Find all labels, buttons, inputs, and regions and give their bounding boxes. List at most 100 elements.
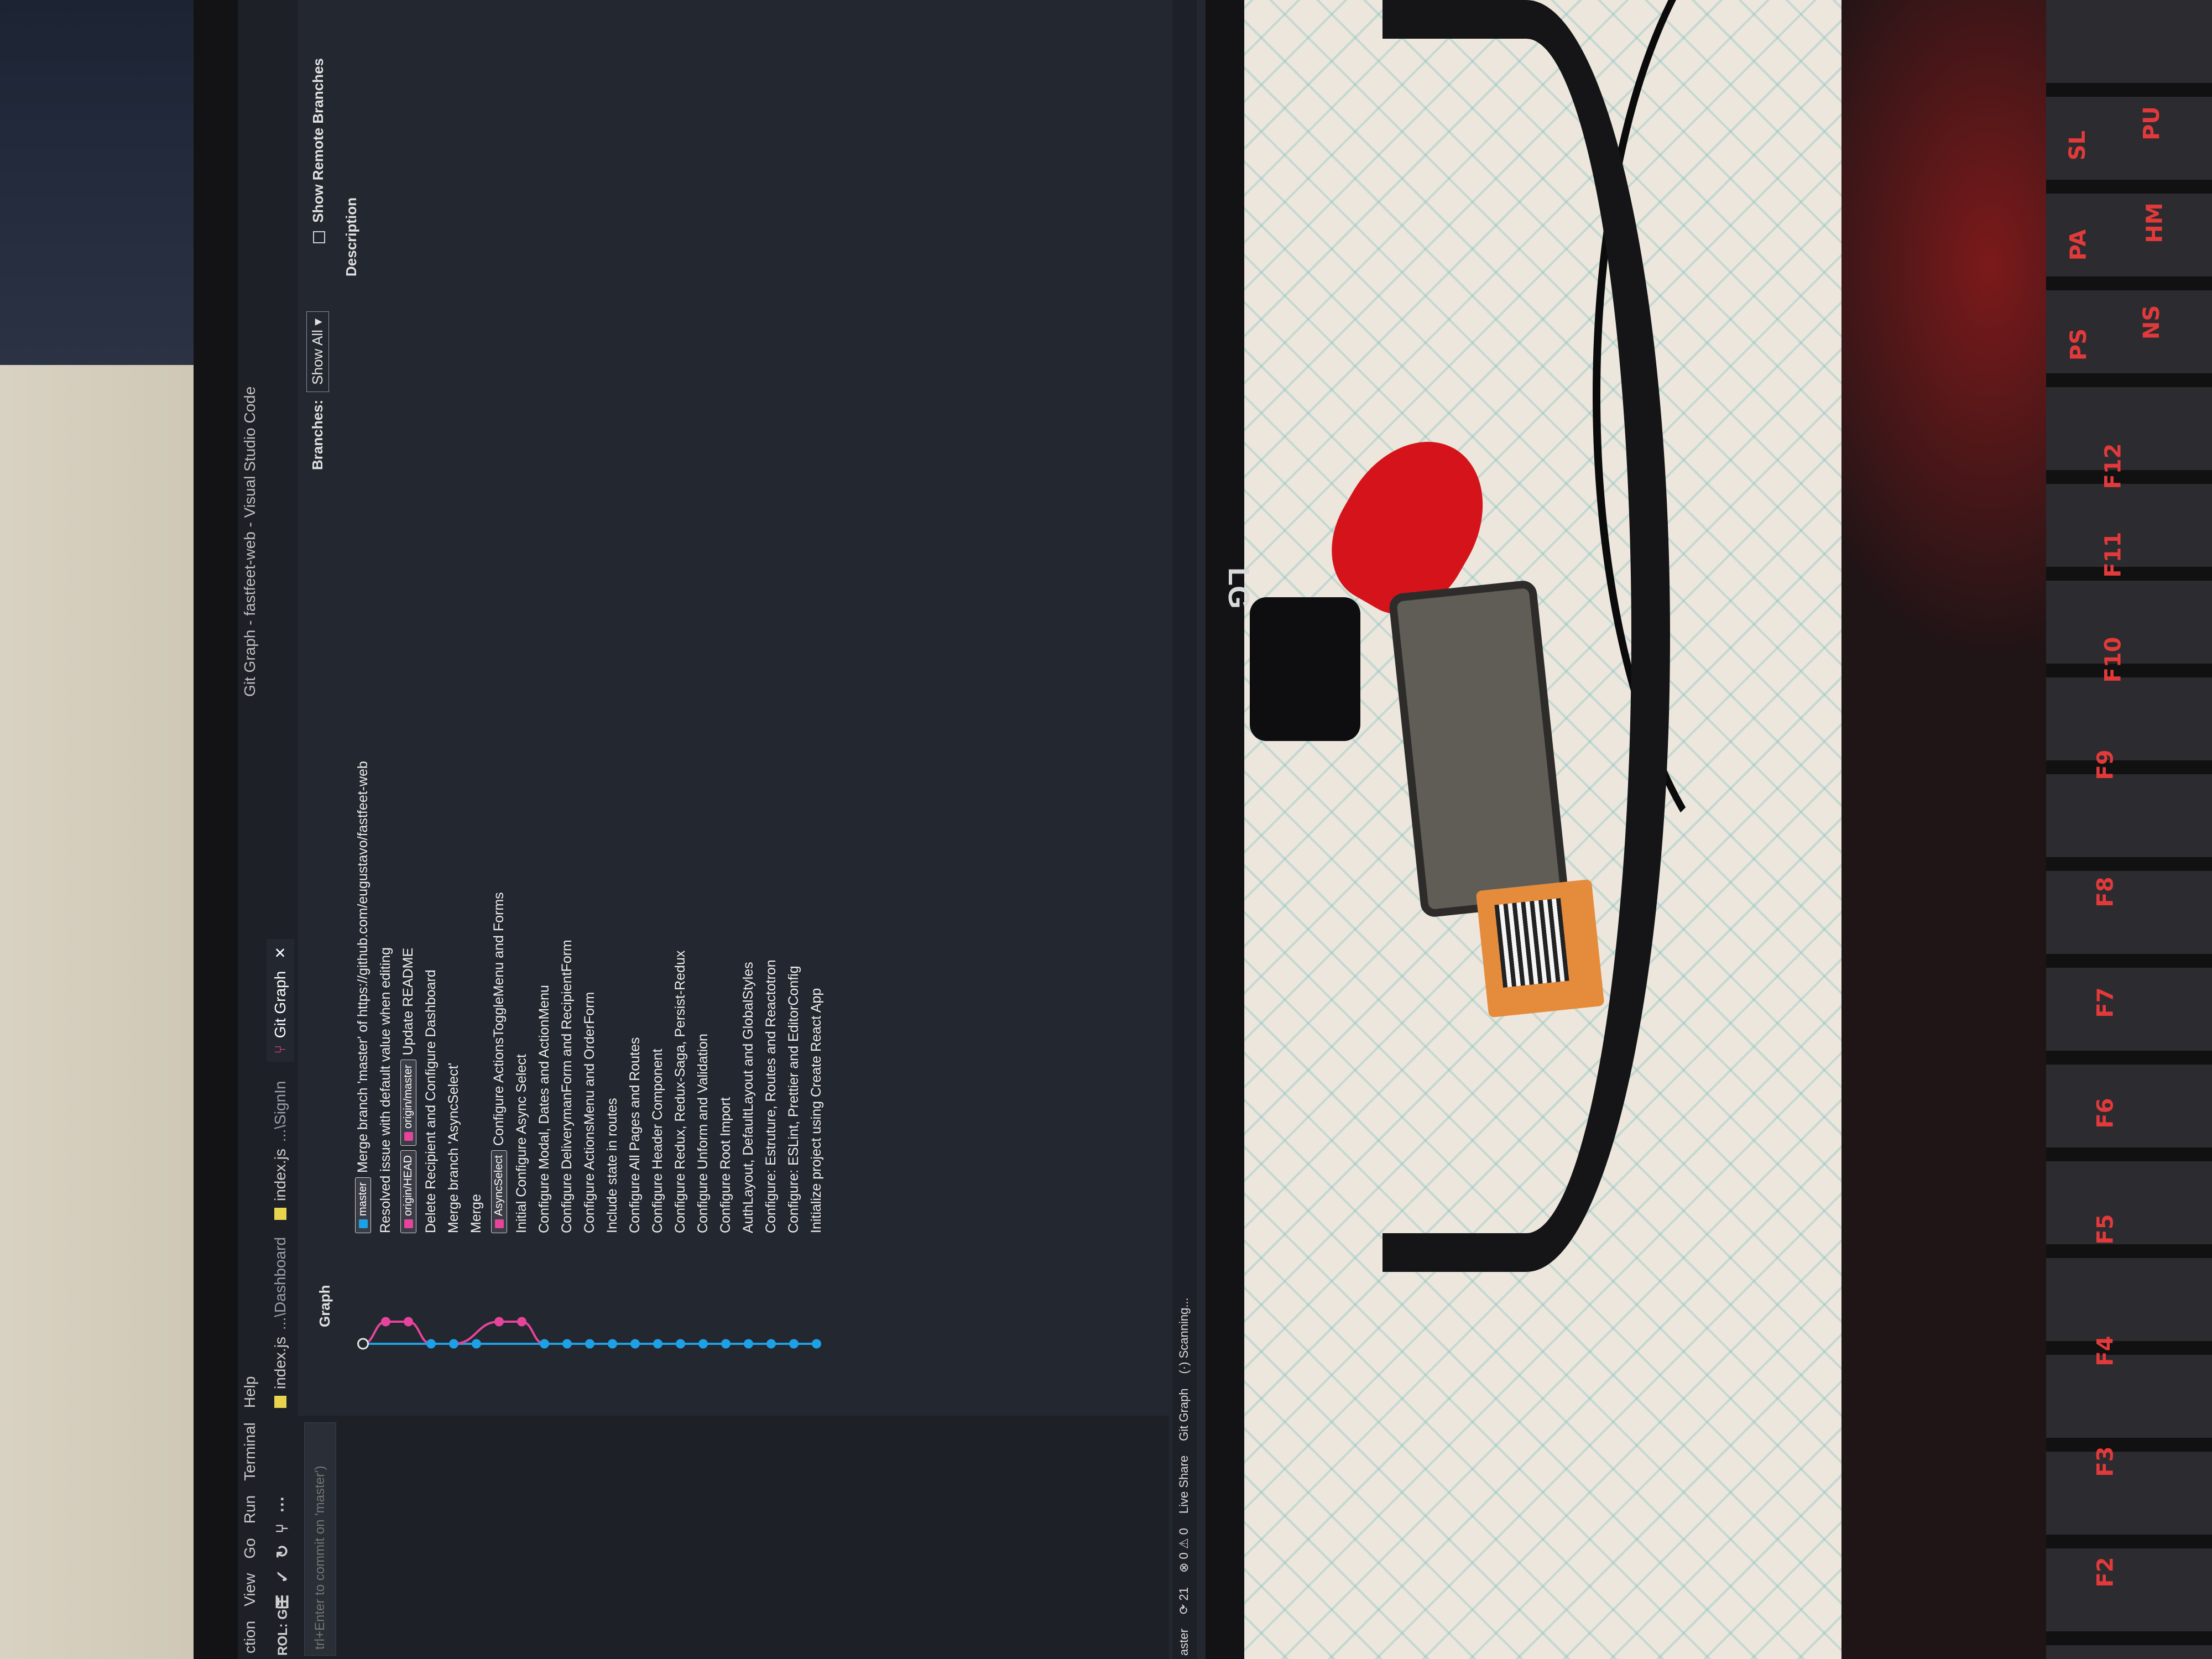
- commit-row[interactable]: origin/HEAD origin/master Update README: [397, 94, 420, 1366]
- commit-row[interactable]: Include state in routes: [601, 94, 624, 1366]
- menu-item-go[interactable]: Go: [241, 1538, 259, 1558]
- keycap-label: SL: [2065, 130, 2091, 161]
- commit-check-icon[interactable]: ✓: [273, 1569, 293, 1583]
- menu-item-view[interactable]: View: [241, 1573, 259, 1606]
- commit-message: Configure ActionsToggleMenu and Forms: [491, 892, 507, 1146]
- status-branch[interactable]: aster: [1177, 1629, 1191, 1656]
- commit-row[interactable]: Configure Unform and Validation: [692, 94, 714, 1366]
- qr-code: [1494, 898, 1569, 988]
- commit-message-input[interactable]: [305, 1423, 336, 1655]
- branches-filter: Branches: Show All ▾: [306, 311, 329, 470]
- commit-message: Configure Modal, Dates and ActionMenu: [536, 985, 552, 1233]
- show-remote-branches-label: Show Remote Branches: [310, 58, 326, 223]
- commit-message: Configure Root Import: [718, 1097, 733, 1233]
- commit-row[interactable]: Delete Recipient and Configure Dashboard: [420, 94, 442, 1366]
- branches-select-value: Show All: [309, 330, 326, 385]
- commit-row[interactable]: Configure Redux, Redux-Saga, Persist-Red…: [669, 94, 692, 1366]
- checkbox-icon[interactable]: [313, 231, 326, 243]
- branch-tag-label: origin/master: [402, 1065, 414, 1129]
- commit-list: master Merge branch 'master' of https://g…: [352, 94, 828, 1366]
- commit-message: Initial Configure Async Select: [514, 1054, 529, 1233]
- commit-row[interactable]: Configure ActionsMenu and OrderForm: [578, 94, 601, 1366]
- branch-tag-label: master: [357, 1182, 369, 1216]
- commit-message: Configure Header Component: [650, 1048, 665, 1233]
- source-control-sidebar: ROL: GIT ☰ ✓ ↻ ⑂ ···: [262, 1416, 1169, 1659]
- refresh-icon[interactable]: ↻: [273, 1545, 293, 1558]
- window-title: Git Graph - fastfeet-web - Visual Studio…: [241, 386, 258, 697]
- show-remote-branches[interactable]: Show Remote Branches: [310, 58, 327, 243]
- tab-label: index.js: [272, 1337, 289, 1389]
- menu-item-terminal[interactable]: Terminal: [241, 1422, 259, 1481]
- commit-message: Configure DeliverymanForm and RecipientF…: [559, 940, 575, 1233]
- commit-message: AuthLayout, DefaultLayout and GlobalStyl…: [740, 962, 756, 1233]
- commit-row[interactable]: Configure Root Import: [714, 94, 737, 1366]
- commit-message: Delete Recipient and Configure Dashboard: [423, 969, 439, 1233]
- keycap-label: F4: [2093, 1335, 2119, 1366]
- menu-bar: ction View Go Run Terminal Help: [241, 1376, 259, 1653]
- commit-row[interactable]: AuthLayout, DefaultLayout and GlobalStyl…: [737, 94, 760, 1366]
- keycap-label: F5: [2093, 1214, 2119, 1245]
- keycap-label: F9: [2093, 749, 2119, 780]
- commit-message: Resolved issue with default value when e…: [378, 947, 393, 1233]
- commit-row[interactable]: Resolved issue with default value when e…: [374, 94, 397, 1366]
- branch-tag[interactable]: origin/master: [400, 1060, 416, 1146]
- git-graph-icon[interactable]: ⑂: [273, 1524, 293, 1533]
- commit-message: Configure: Estruture, Routes and Reactot…: [763, 959, 779, 1233]
- menu-item-help[interactable]: Help: [241, 1376, 259, 1408]
- keycap-label: PA: [2065, 229, 2091, 261]
- keycap-label: F7: [2093, 987, 2119, 1018]
- branch-icon: [494, 1219, 504, 1228]
- commit-message: Initialize project using Create React Ap…: [808, 988, 824, 1233]
- list-icon[interactable]: ☰: [273, 1594, 293, 1609]
- commit-row[interactable]: Configure: ESLint, Prettier and EditorCo…: [782, 94, 805, 1366]
- tab-label: Git Graph: [272, 971, 289, 1039]
- menu-item-selection[interactable]: ction: [241, 1621, 259, 1653]
- branch-tag[interactable]: origin/HEAD: [400, 1150, 416, 1233]
- more-icon[interactable]: ···: [273, 1496, 293, 1512]
- vscode-window: ction View Go Run Terminal Help Git Grap…: [238, 0, 1206, 1659]
- monitor-stand-neck: [1250, 597, 1360, 741]
- commit-row[interactable]: Initial Configure Async Select: [510, 94, 533, 1366]
- commit-row[interactable]: Configure: Estruture, Routes and Reactot…: [760, 94, 782, 1366]
- keycap-label: F3: [2093, 1446, 2119, 1477]
- commit-row[interactable]: Initialize project using Create React Ap…: [805, 94, 828, 1366]
- chevron-down-icon: ▾: [309, 318, 326, 326]
- commit-row[interactable]: Merge branch 'AsyncSelect': [442, 94, 465, 1366]
- branch-tag[interactable]: AsyncSelect: [491, 1150, 507, 1233]
- tab-git-graph[interactable]: ⑂ Git Graph ✕: [267, 939, 294, 1062]
- close-icon[interactable]: ✕: [272, 947, 289, 959]
- branch-tag[interactable]: master: [355, 1177, 371, 1233]
- commit-row[interactable]: AsyncSelect Configure ActionsToggleMenu a…: [488, 94, 510, 1366]
- keycap-label: F2: [2093, 1557, 2119, 1588]
- commit-message: Merge branch 'AsyncSelect': [446, 1062, 461, 1233]
- commit-row[interactable]: Merge: [465, 94, 488, 1366]
- commit-message-field[interactable]: [304, 1422, 336, 1656]
- keycap-label: F8: [2093, 877, 2119, 907]
- javascript-icon: [274, 1208, 286, 1220]
- branch-icon: [358, 1219, 368, 1228]
- menu-item-run[interactable]: Run: [241, 1495, 259, 1524]
- status-live-share[interactable]: Live Share: [1177, 1455, 1191, 1514]
- commit-row[interactable]: master Merge branch 'master' of https://g…: [352, 94, 374, 1366]
- commit-row[interactable]: Configure All Pages and Routes: [624, 94, 646, 1366]
- status-git-graph[interactable]: Git Graph: [1177, 1389, 1191, 1441]
- title-bar: ction View Go Run Terminal Help Git Grap…: [238, 0, 262, 1659]
- graph-column-title: Graph: [316, 1285, 333, 1327]
- monitor-screen: ction View Go Run Terminal Help Git Grap…: [238, 0, 1206, 1659]
- commit-row[interactable]: Configure Modal, Dates and ActionMenu: [533, 94, 556, 1366]
- status-problems[interactable]: ⊗ 0 ⚠ 0: [1177, 1528, 1191, 1573]
- commit-row[interactable]: Configure Header Component: [646, 94, 669, 1366]
- git-graph-icon: ⑂: [272, 1045, 289, 1054]
- javascript-icon: [274, 1396, 286, 1408]
- tab-index-signin[interactable]: index.js ...\SignIn: [267, 1073, 294, 1228]
- status-scanning: (·) Scanning...: [1177, 1297, 1191, 1374]
- branches-select[interactable]: Show All ▾: [306, 311, 329, 392]
- source-control-header: ROL: GIT ☰ ✓ ↻ ⑂ ···: [270, 1416, 298, 1659]
- keycap-label: PU: [2138, 106, 2164, 140]
- keycap-label: NS: [2139, 305, 2165, 340]
- editor-tabs: index.js ...\Dashboard index.js ...\Sign…: [262, 0, 298, 1416]
- commit-message: Configure Redux, Redux-Saga, Persist-Red…: [672, 950, 688, 1233]
- commit-row[interactable]: Configure DeliverymanForm and RecipientF…: [556, 94, 578, 1366]
- status-sync[interactable]: ⟳ 21: [1177, 1587, 1191, 1614]
- tab-index-dashboard[interactable]: index.js ...\Dashboard: [267, 1229, 294, 1416]
